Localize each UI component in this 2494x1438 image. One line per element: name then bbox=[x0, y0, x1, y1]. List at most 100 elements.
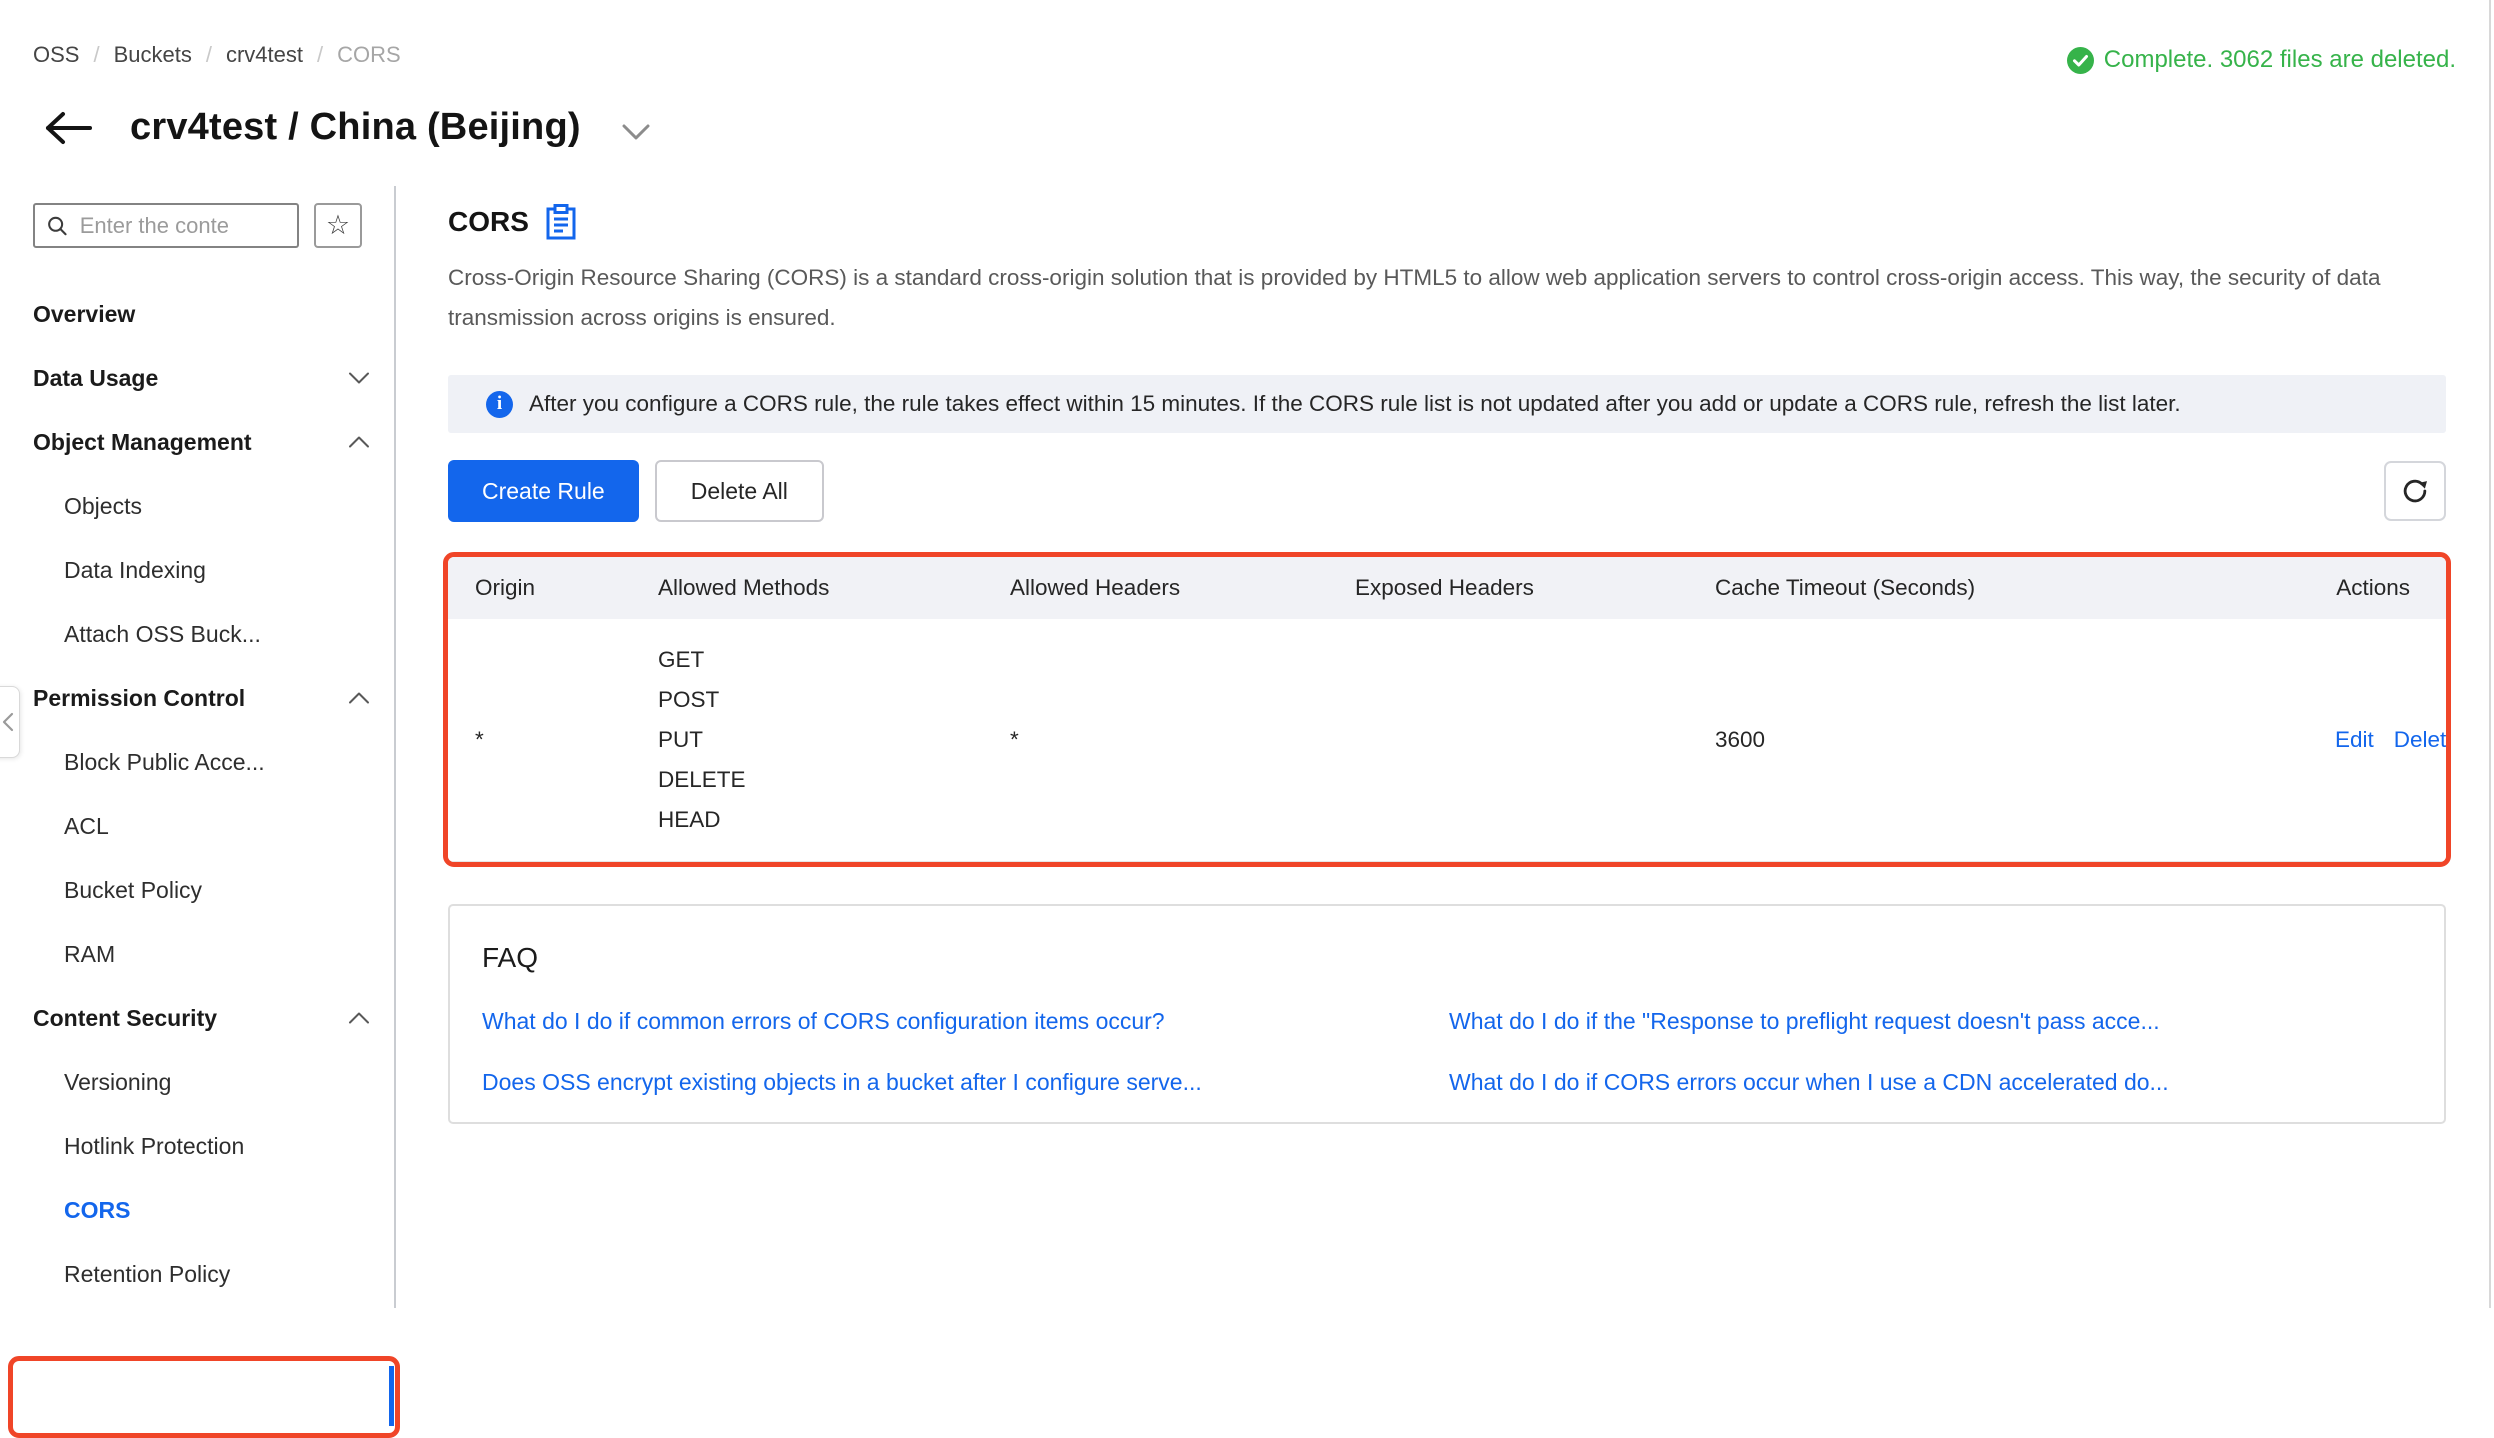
cell-cache-timeout: 3600 bbox=[1715, 619, 2315, 861]
sidebar-item-data-indexing[interactable]: Data Indexing bbox=[0, 538, 394, 602]
faq-link[interactable]: What do I do if common errors of CORS co… bbox=[482, 1008, 1449, 1035]
info-banner: i After you configure a CORS rule, the r… bbox=[448, 375, 2446, 433]
search-input[interactable] bbox=[80, 213, 287, 239]
cell-actions: EditDelete bbox=[2315, 619, 2446, 861]
page-title: crv4test / China (Beijing) bbox=[130, 106, 581, 149]
breadcrumb-item[interactable]: OSS bbox=[33, 42, 79, 68]
sidebar-item-label: Versioning bbox=[64, 1069, 171, 1096]
sidebar-item-label: Permission Control bbox=[33, 685, 245, 712]
docs-clipboard-icon[interactable] bbox=[545, 204, 577, 240]
column-header: Allowed Headers bbox=[1010, 557, 1355, 619]
edit-link[interactable]: Edit bbox=[2335, 727, 2374, 752]
sidebar-menu: Overview Data Usage Object Management Obj… bbox=[0, 282, 394, 1306]
status-message: Complete. 3062 files are deleted. bbox=[2067, 46, 2456, 74]
method-value: GET bbox=[658, 640, 1010, 680]
sidebar-item-content-security[interactable]: Content Security bbox=[0, 986, 394, 1050]
window-edge bbox=[2489, 0, 2491, 1308]
cell-exposed-headers bbox=[1355, 619, 1715, 861]
table-header-row: OriginAllowed MethodsAllowed HeadersExpo… bbox=[448, 557, 2446, 619]
chevron-up-icon bbox=[348, 436, 370, 449]
refresh-icon bbox=[2400, 476, 2430, 506]
chevron-up-icon bbox=[348, 692, 370, 705]
sidebar-item-label: CORS bbox=[64, 1197, 130, 1224]
sidebar-item-label: Bucket Policy bbox=[64, 877, 202, 904]
sidebar-item-label: Data Usage bbox=[33, 365, 158, 392]
sidebar-item-permission-control[interactable]: Permission Control bbox=[0, 666, 394, 730]
cell-origin: * bbox=[448, 619, 658, 861]
star-icon: ☆ bbox=[326, 212, 350, 239]
sidebar-item-ram[interactable]: RAM bbox=[0, 922, 394, 986]
breadcrumb-item[interactable]: crv4test bbox=[226, 42, 303, 68]
method-value: POST bbox=[658, 680, 1010, 720]
sidebar-item-label: Block Public Acce... bbox=[64, 749, 265, 776]
sidebar-item-label: Data Indexing bbox=[64, 557, 206, 584]
sidebar-item-label: ACL bbox=[64, 813, 109, 840]
sidebar-item-object-management[interactable]: Object Management bbox=[0, 410, 394, 474]
sidebar-item-cors[interactable]: CORS bbox=[0, 1178, 394, 1242]
column-header: Allowed Methods bbox=[658, 557, 1010, 619]
delete-link[interactable]: Delete bbox=[2394, 727, 2451, 752]
chevron-left-icon bbox=[1, 712, 15, 732]
table-row: * GETPOSTPUTDELETEHEAD * 3600 EditDelete bbox=[448, 619, 2446, 861]
faq-link[interactable]: Does OSS encrypt existing objects in a b… bbox=[482, 1069, 1449, 1096]
region-dropdown-icon[interactable] bbox=[621, 123, 651, 141]
sidebar-item-objects[interactable]: Objects bbox=[0, 474, 394, 538]
info-banner-text: After you configure a CORS rule, the rul… bbox=[529, 391, 2181, 417]
sidebar-item-bucket-policy[interactable]: Bucket Policy bbox=[0, 858, 394, 922]
breadcrumb-separator: / bbox=[206, 42, 212, 68]
sidebar-item-overview[interactable]: Overview bbox=[0, 282, 394, 346]
column-header: Exposed Headers bbox=[1355, 557, 1715, 619]
cell-allowed-methods: GETPOSTPUTDELETEHEAD bbox=[658, 640, 1010, 840]
method-value: HEAD bbox=[658, 800, 1010, 840]
sidebar-item-retention-policy[interactable]: Retention Policy bbox=[0, 1242, 394, 1306]
sidebar-item-label: Objects bbox=[64, 493, 142, 520]
breadcrumb-separator: / bbox=[93, 42, 99, 68]
favorites-button[interactable]: ☆ bbox=[314, 203, 362, 248]
chevron-down-icon bbox=[348, 372, 370, 385]
sidebar-item-label: Object Management bbox=[33, 429, 252, 456]
section-title: CORS bbox=[448, 206, 529, 238]
collapse-sidebar-handle[interactable] bbox=[0, 686, 20, 758]
sidebar-item-label: Hotlink Protection bbox=[64, 1133, 244, 1160]
faq-links: What do I do if common errors of CORS co… bbox=[482, 1008, 2444, 1096]
sidebar-item-hotlink-protection[interactable]: Hotlink Protection bbox=[0, 1114, 394, 1178]
annotation-box-table: OriginAllowed MethodsAllowed HeadersExpo… bbox=[443, 552, 2451, 867]
column-header: Actions bbox=[2315, 557, 2446, 619]
sidebar-item-versioning[interactable]: Versioning bbox=[0, 1050, 394, 1114]
sidebar-search[interactable] bbox=[33, 203, 299, 248]
method-value: DELETE bbox=[658, 760, 1010, 800]
faq-title: FAQ bbox=[482, 942, 2444, 974]
delete-all-button[interactable]: Delete All bbox=[655, 460, 824, 522]
annotation-box-cors bbox=[8, 1356, 400, 1438]
chevron-up-icon bbox=[348, 1012, 370, 1025]
success-check-icon bbox=[2067, 47, 2094, 74]
sidebar-item-label: Overview bbox=[33, 301, 135, 328]
breadcrumb-item[interactable]: CORS bbox=[337, 42, 401, 68]
sidebar-item-acl[interactable]: ACL bbox=[0, 794, 394, 858]
cors-rules-table: OriginAllowed MethodsAllowed HeadersExpo… bbox=[448, 557, 2446, 862]
info-icon: i bbox=[486, 391, 513, 418]
faq-link[interactable]: What do I do if CORS errors occur when I… bbox=[1449, 1069, 2444, 1096]
active-item-indicator bbox=[389, 1366, 394, 1426]
sidebar-item-label: Attach OSS Buck... bbox=[64, 621, 261, 648]
sidebar-item-label: RAM bbox=[64, 941, 115, 968]
sidebar-item-label: Content Security bbox=[33, 1005, 217, 1032]
refresh-button[interactable] bbox=[2384, 461, 2446, 521]
breadcrumb: OSS / Buckets / crv4test / CORS bbox=[33, 42, 401, 68]
faq-link[interactable]: What do I do if the "Response to preflig… bbox=[1449, 1008, 2444, 1035]
back-icon[interactable] bbox=[44, 110, 94, 146]
sidebar-item-attach-oss-buck[interactable]: Attach OSS Buck... bbox=[0, 602, 394, 666]
status-text: Complete. 3062 files are deleted. bbox=[2104, 46, 2456, 74]
section-description: Cross-Origin Resource Sharing (CORS) is … bbox=[448, 258, 2446, 338]
create-rule-button[interactable]: Create Rule bbox=[448, 460, 639, 522]
search-icon bbox=[47, 214, 68, 238]
method-value: PUT bbox=[658, 720, 1010, 760]
sidebar-item-block-public-acce[interactable]: Block Public Acce... bbox=[0, 730, 394, 794]
sidebar: ☆ Overview Data Usage Object Management O… bbox=[0, 186, 396, 1308]
sidebar-item-label: Retention Policy bbox=[64, 1261, 230, 1288]
faq-card: FAQ What do I do if common errors of COR… bbox=[448, 904, 2446, 1124]
sidebar-item-data-usage[interactable]: Data Usage bbox=[0, 346, 394, 410]
breadcrumb-item[interactable]: Buckets bbox=[114, 42, 192, 68]
breadcrumb-separator: / bbox=[317, 42, 323, 68]
column-header: Origin bbox=[448, 557, 658, 619]
